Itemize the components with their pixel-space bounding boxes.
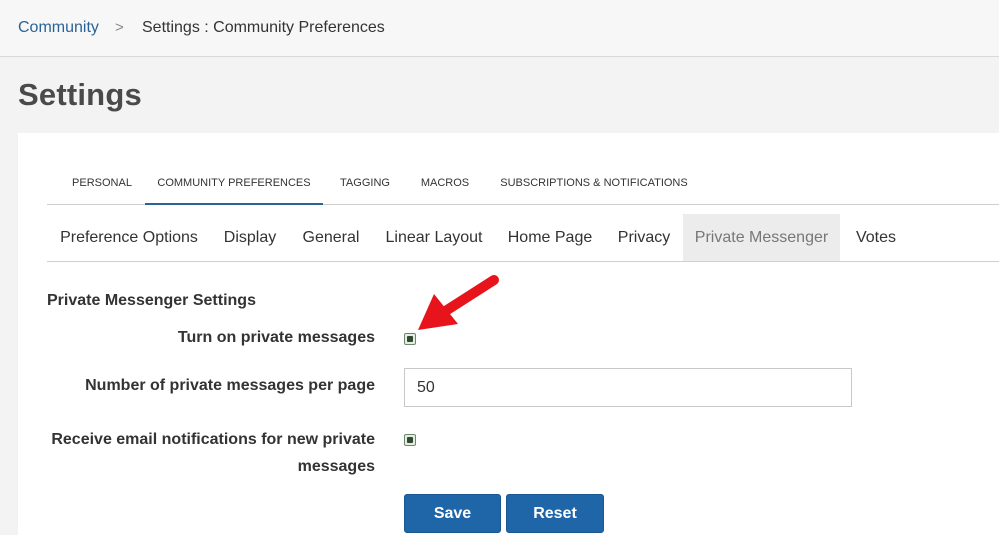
tab-personal[interactable]: PERSONAL (55, 163, 149, 205)
subtab-private-messenger[interactable]: Private Messenger (683, 214, 840, 261)
email-notifications-label-line1: Receive email notifications for new priv… (51, 431, 375, 448)
reset-button[interactable]: Reset (506, 494, 604, 533)
email-notifications-label-line2: messages (297, 458, 375, 475)
breadcrumb-link-community[interactable]: Community (18, 19, 99, 37)
subtab-privacy[interactable]: Privacy (613, 214, 675, 261)
messages-per-page-input[interactable] (404, 368, 852, 407)
subtab-display[interactable]: Display (219, 214, 281, 261)
tab-tagging[interactable]: TAGGING (333, 163, 397, 205)
save-button[interactable]: Save (404, 494, 501, 533)
subtab-votes[interactable]: Votes (847, 214, 905, 261)
tab-subscriptions-notifications[interactable]: SUBSCRIPTIONS & NOTIFICATIONS (495, 163, 693, 205)
tab-community-preferences[interactable]: COMMUNITY PREFERENCES (145, 163, 323, 205)
breadcrumb: Community > Settings : Community Prefere… (0, 0, 999, 57)
email-notifications-label: Receive email notifications for new priv… (51, 426, 375, 453)
subtab-general[interactable]: General (297, 214, 365, 261)
page-title: Settings (18, 77, 142, 112)
sub-tabs: Preference Options Display General Linea… (47, 214, 999, 262)
subtab-linear-layout[interactable]: Linear Layout (381, 214, 487, 261)
top-tabs: PERSONAL COMMUNITY PREFERENCES TAGGING M… (47, 163, 999, 205)
email-notifications-label-cont: messages (298, 453, 375, 480)
subtab-home-page[interactable]: Home Page (501, 214, 599, 261)
turn-on-private-messages-label: Turn on private messages (177, 329, 375, 346)
red-arrow-icon (418, 275, 499, 330)
breadcrumb-current: Settings : Community Preferences (142, 19, 385, 36)
breadcrumb-separator: > (115, 19, 124, 36)
messages-per-page-label: Number of private messages per page (85, 377, 375, 394)
section-title: Private Messenger Settings (47, 292, 256, 309)
subtab-preference-options[interactable]: Preference Options (53, 214, 205, 261)
tab-macros[interactable]: MACROS (414, 163, 476, 205)
email-notifications-checkbox[interactable] (404, 434, 416, 446)
